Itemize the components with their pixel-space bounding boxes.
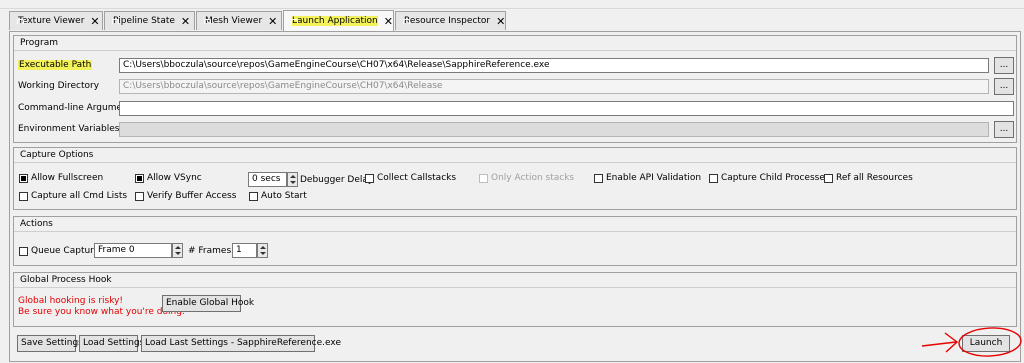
annotation-arrow-icon [921,332,959,353]
annotation-circle-icon [958,327,1022,357]
annotation-overlay [921,327,1022,357]
